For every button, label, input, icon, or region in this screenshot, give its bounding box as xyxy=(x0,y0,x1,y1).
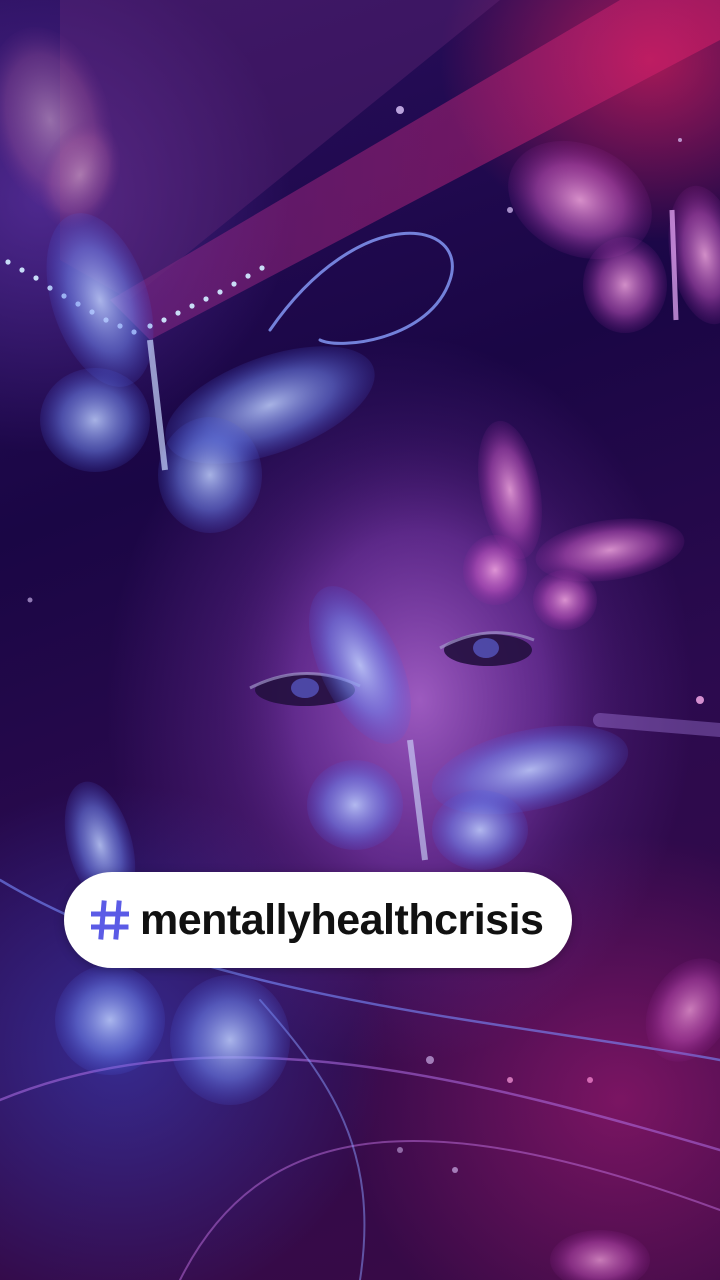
hashtag-sticker[interactable]: mentallyhealthcrisis xyxy=(64,872,572,968)
butterfly-filter-background xyxy=(0,0,720,1280)
hashtag-label: mentallyhealthcrisis xyxy=(140,895,544,944)
hash-icon xyxy=(90,898,130,942)
video-frame[interactable]: mentallyhealthcrisis xyxy=(0,0,720,1280)
